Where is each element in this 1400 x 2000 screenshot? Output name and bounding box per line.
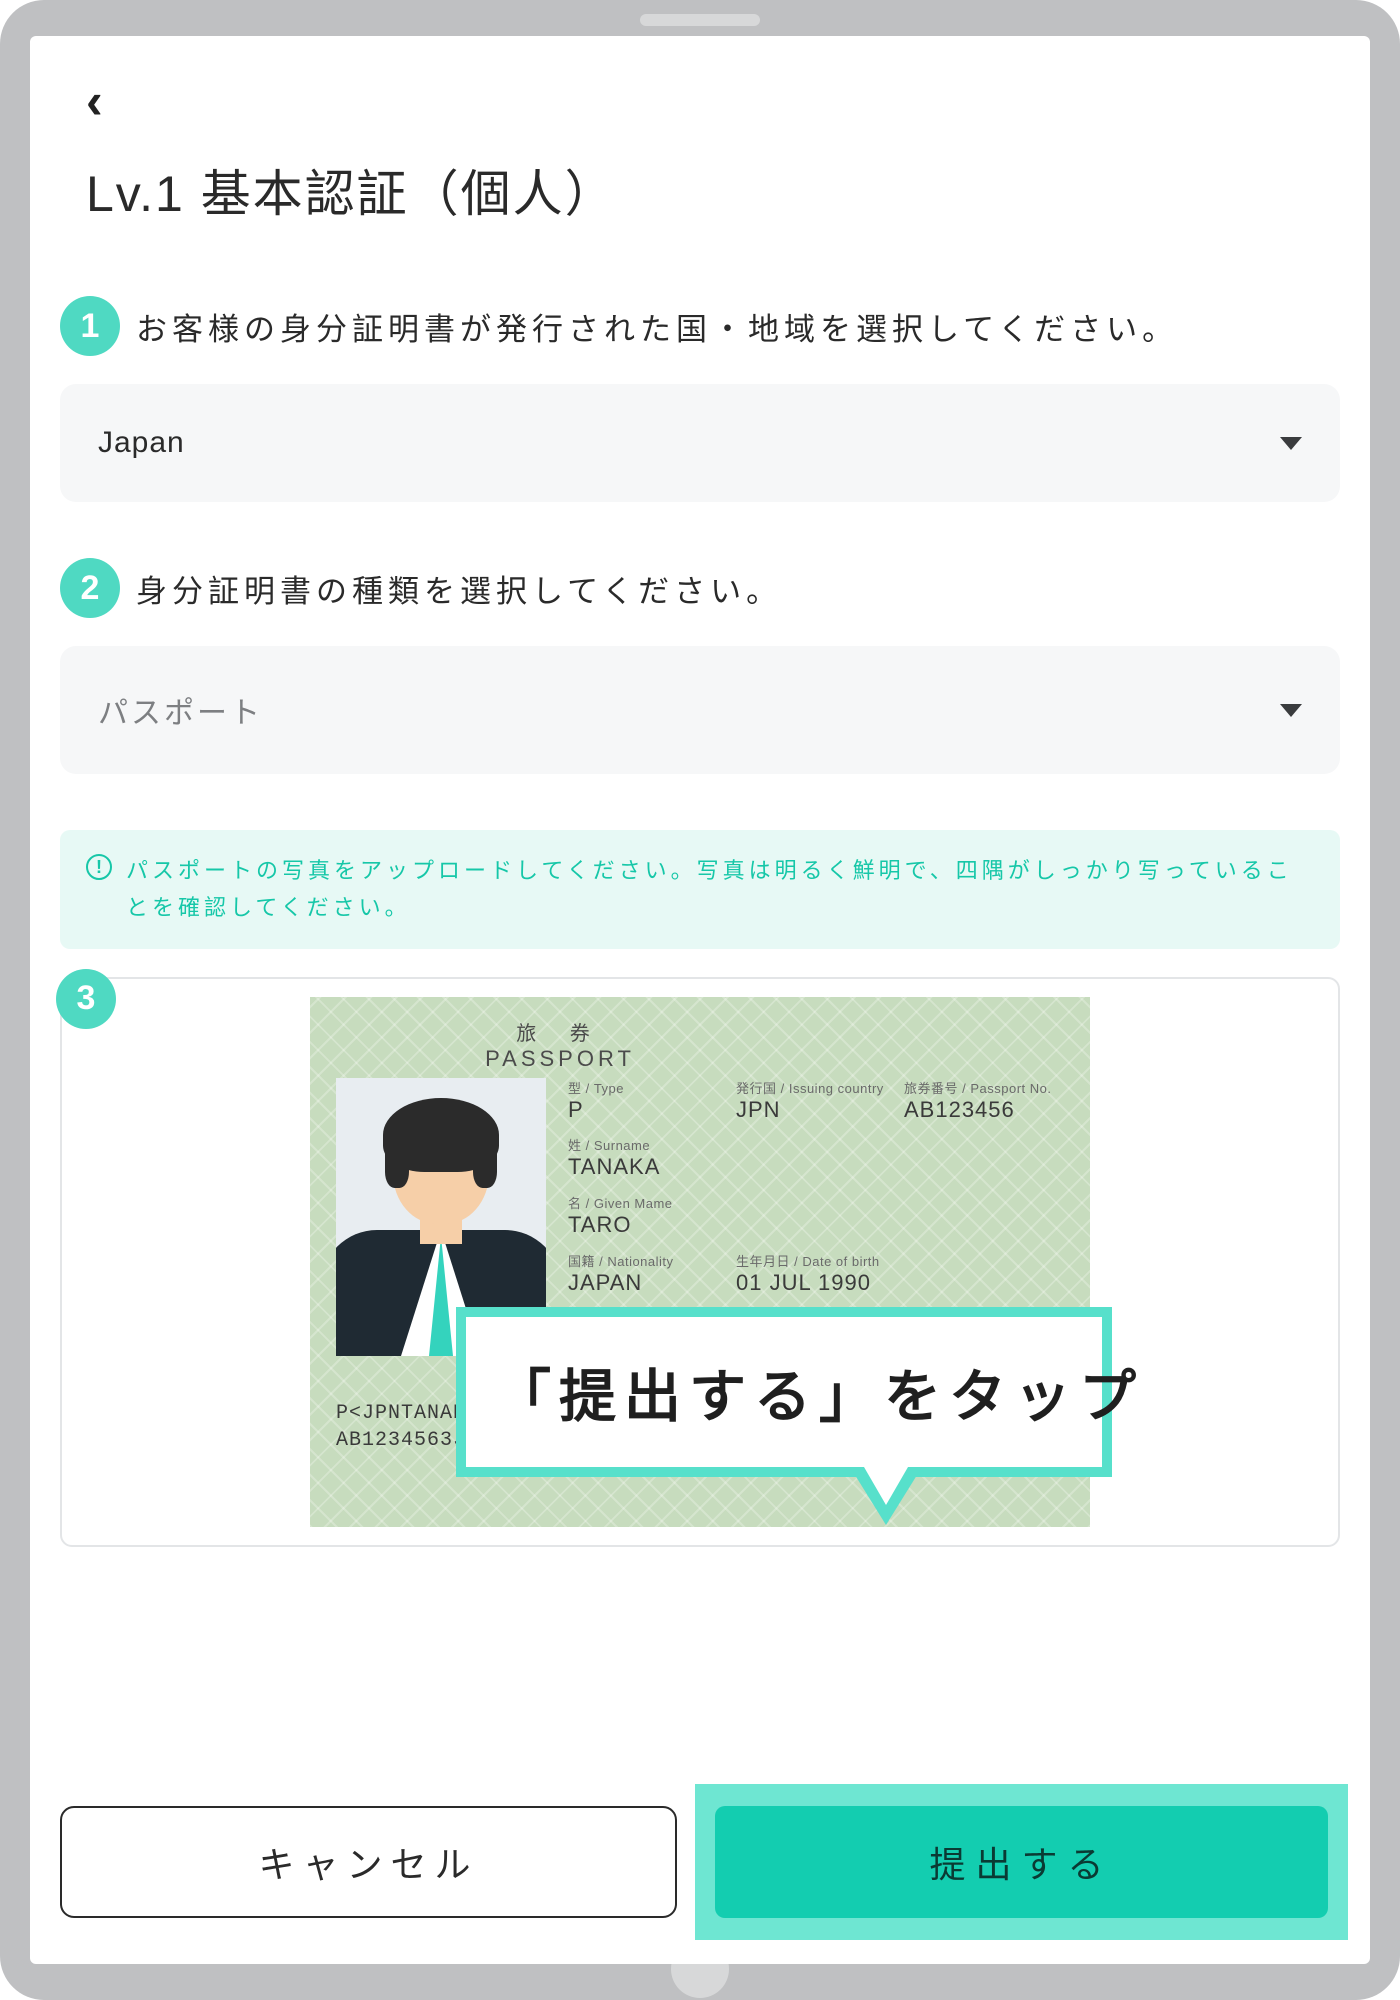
step-2-row: 2 身分証明書の種類を選択してください。 xyxy=(60,558,1340,618)
pp-country-value: JPN xyxy=(736,1097,896,1123)
page-title: Lv.1 基本認証（個人） xyxy=(86,154,1340,226)
info-icon: ! xyxy=(86,854,112,880)
passport-title-en: PASSPORT xyxy=(56,1046,1064,1072)
submit-callout-text: 「提出する」をタップ xyxy=(494,1351,1074,1433)
pp-nat-value: JAPAN xyxy=(568,1270,728,1296)
caret-down-icon xyxy=(1280,437,1302,450)
step-2-label: 身分証明書の種類を選択してください。 xyxy=(136,566,782,611)
pp-nat-label: 国籍 / Nationality xyxy=(568,1251,728,1270)
submit-callout: 「提出する」をタップ xyxy=(456,1307,1112,1477)
pp-given-label: 名 / Given Mame xyxy=(568,1193,1064,1212)
country-select-value: Japan xyxy=(98,426,185,460)
pp-country-label: 発行国 / Issuing country xyxy=(736,1078,896,1097)
doc-type-select[interactable]: パスポート xyxy=(60,646,1340,774)
tablet-frame: ‹ Lv.1 基本認証（個人） 1 お客様の身分証明書が発行された国・地域を選択… xyxy=(0,0,1400,2000)
cancel-button[interactable]: キャンセル xyxy=(60,1806,677,1918)
doc-type-select-value: パスポート xyxy=(98,688,263,732)
pp-surname-label: 姓 / Surname xyxy=(568,1135,1064,1154)
callout-tail-icon xyxy=(850,1467,922,1525)
pp-number-label: 旅券番号 / Passport No. xyxy=(904,1078,1064,1097)
step-2-badge: 2 xyxy=(60,558,120,618)
step-1-row: 1 お客様の身分証明書が発行された国・地域を選択してください。 xyxy=(60,296,1340,356)
passport-upload-area[interactable]: 3 旅 券 PASSPORT 型 / TypeP xyxy=(60,977,1340,1547)
pp-type-value: P xyxy=(568,1097,728,1123)
submit-highlight: 提出する xyxy=(695,1784,1348,1940)
submit-button[interactable]: 提出する xyxy=(715,1806,1328,1918)
passport-preview: 旅 券 PASSPORT 型 / TypeP 発行国 / Issuin xyxy=(310,997,1090,1527)
pp-number-value: AB123456 xyxy=(904,1097,1064,1123)
caret-down-icon xyxy=(1280,704,1302,717)
app-screen: ‹ Lv.1 基本認証（個人） 1 お客様の身分証明書が発行された国・地域を選択… xyxy=(30,36,1370,1964)
step-1-badge: 1 xyxy=(60,296,120,356)
pp-type-label: 型 / Type xyxy=(568,1078,728,1097)
back-button[interactable]: ‹ xyxy=(86,76,103,126)
pp-surname-value: TANAKA xyxy=(568,1154,1064,1180)
pp-dob-value: 01 JUL 1990 xyxy=(736,1270,1064,1296)
tablet-speaker xyxy=(640,14,760,26)
pp-given-value: TARO xyxy=(568,1212,1064,1238)
upload-info-banner: ! パスポートの写真をアップロードしてください。写真は明るく鮮明で、四隅がしっか… xyxy=(60,830,1340,949)
passport-title-jp: 旅 券 xyxy=(56,1017,1064,1046)
pp-dob-label: 生年月日 / Date of birth xyxy=(736,1251,1064,1270)
chevron-left-icon: ‹ xyxy=(86,73,103,129)
country-select[interactable]: Japan xyxy=(60,384,1340,502)
action-buttons: キャンセル 提出する xyxy=(60,1806,1340,1918)
step-1-label: お客様の身分証明書が発行された国・地域を選択してください。 xyxy=(136,304,1178,349)
upload-info-text: パスポートの写真をアップロードしてください。写真は明るく鮮明で、四隅がしっかり写… xyxy=(126,852,1314,927)
